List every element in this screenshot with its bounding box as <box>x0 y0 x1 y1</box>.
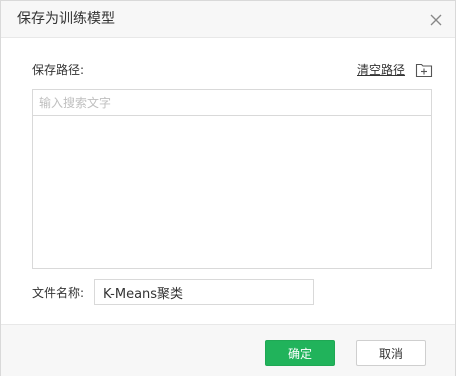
dialog-header: 保存为训练模型 <box>1 1 455 38</box>
dialog-footer: 确定 取消 <box>1 324 455 376</box>
folder-tree[interactable] <box>32 115 432 269</box>
file-name-input[interactable] <box>94 279 314 305</box>
new-folder-icon[interactable] <box>415 62 433 78</box>
confirm-button[interactable]: 确定 <box>265 340 335 366</box>
save-model-dialog: 保存为训练模型 保存路径: 清空路径 文件名称: 确定 取消 <box>0 0 456 376</box>
cancel-button[interactable]: 取消 <box>356 340 426 366</box>
search-box <box>32 89 432 115</box>
save-path-label: 保存路径: <box>32 63 85 77</box>
close-icon[interactable] <box>429 12 443 26</box>
clear-path-link[interactable]: 清空路径 <box>357 62 405 78</box>
dialog-title: 保存为训练模型 <box>17 11 115 27</box>
search-input[interactable] <box>39 93 419 113</box>
file-name-label: 文件名称: <box>32 286 85 300</box>
